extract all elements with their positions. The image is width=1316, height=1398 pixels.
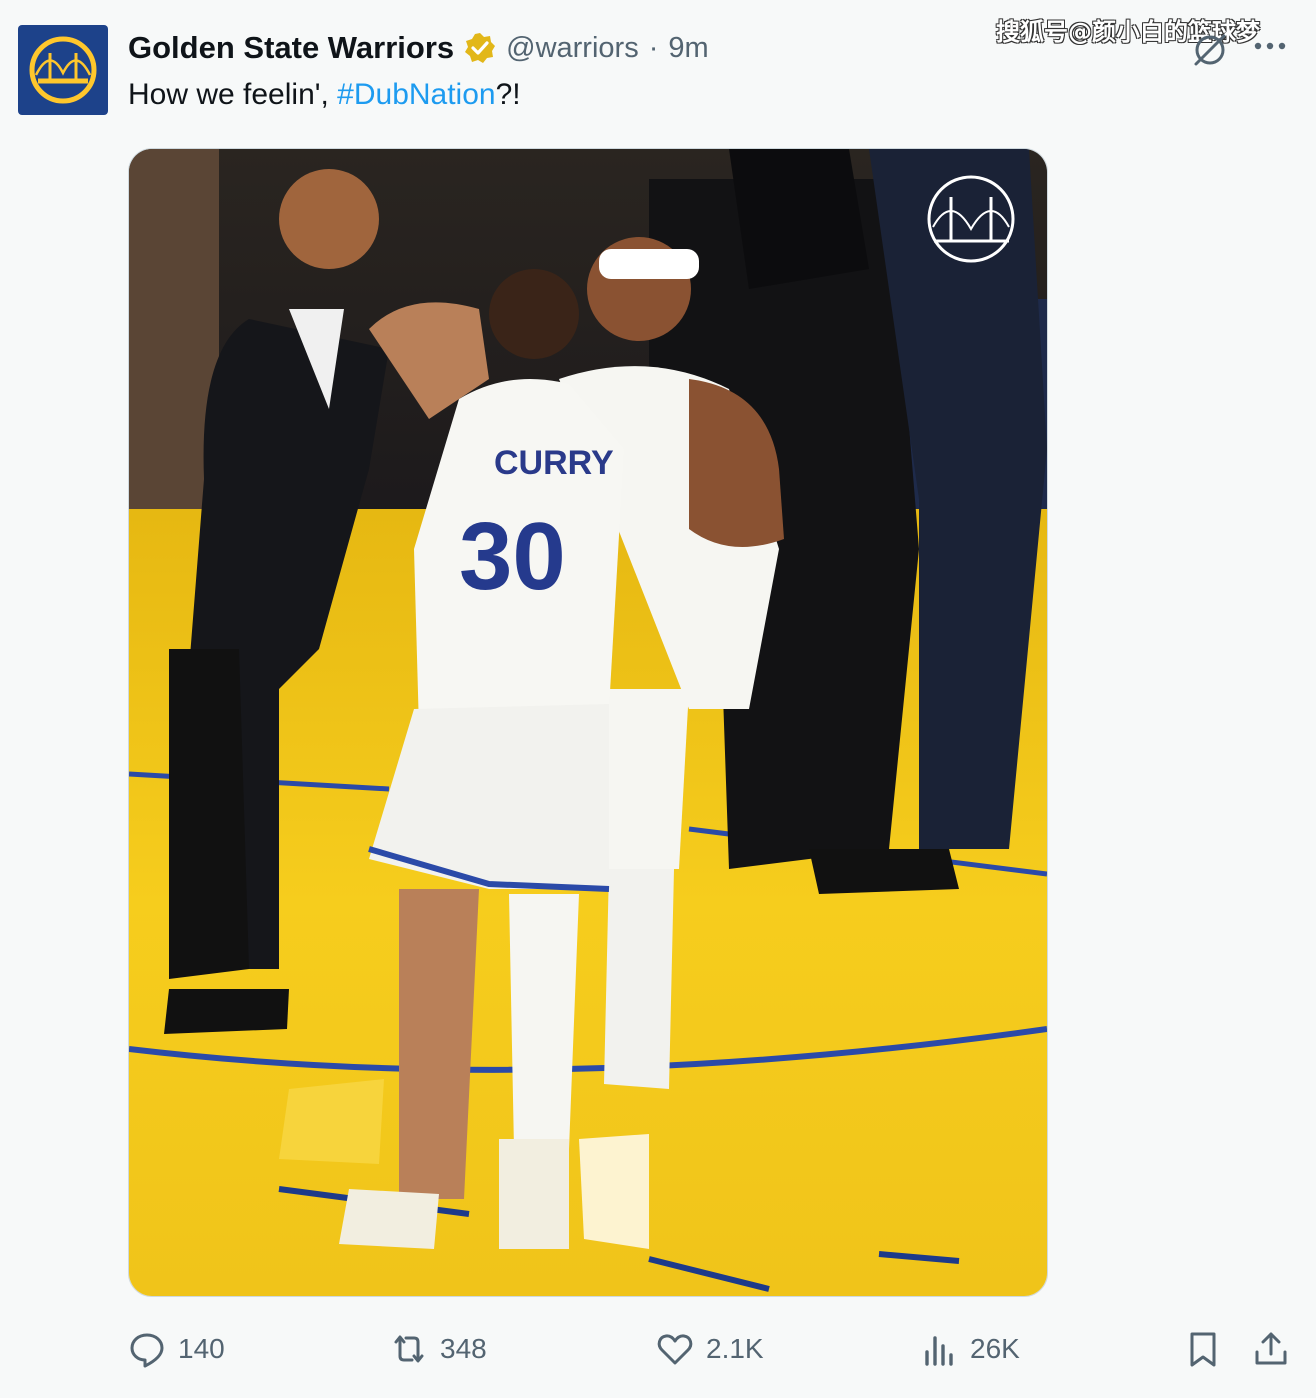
hashtag-link[interactable]: #DubNation — [337, 78, 495, 111]
views-button[interactable]: 26K — [920, 1325, 1020, 1373]
repost-button[interactable]: 348 — [390, 1325, 487, 1373]
more-icon[interactable] — [1252, 36, 1288, 56]
like-button[interactable]: 2.1K — [656, 1325, 764, 1373]
post-time[interactable]: 9m — [668, 32, 708, 65]
reply-count: 140 — [178, 1333, 225, 1364]
verified-badge-icon — [465, 33, 496, 63]
like-count: 2.1K — [706, 1333, 764, 1364]
tweet-photo[interactable]: CURRY 30 — [128, 148, 1048, 1297]
jersey-number: 30 — [459, 503, 566, 610]
avatar[interactable] — [18, 25, 108, 115]
author-name[interactable]: Golden State Warriors — [128, 30, 454, 66]
bookmark-icon — [1190, 1332, 1216, 1367]
action-bar: 140 348 2.1K 26K — [0, 1325, 1316, 1375]
views-count: 26K — [970, 1333, 1020, 1364]
reply-button[interactable]: 140 — [128, 1325, 225, 1373]
warriors-logo-icon — [29, 36, 97, 104]
repost-count: 348 — [440, 1333, 487, 1364]
tweet-text: How we feelin', #DubNation?! — [128, 78, 521, 112]
reply-icon — [130, 1333, 164, 1368]
heart-icon — [657, 1334, 693, 1365]
share-icon — [1255, 1332, 1287, 1365]
author-handle[interactable]: @warriors — [506, 32, 639, 65]
photo-illustration: CURRY 30 — [129, 149, 1047, 1296]
tweet-header: Golden State Warriors @warriors · 9m — [128, 28, 709, 68]
bookmark-button[interactable] — [1184, 1325, 1222, 1373]
grok-icon[interactable] — [1190, 30, 1230, 70]
tweet-text-start: How we feelin', — [128, 78, 338, 111]
jersey-name: CURRY — [494, 444, 614, 482]
views-icon — [925, 1336, 953, 1366]
separator-dot: · — [648, 31, 659, 64]
tweet-text-end: ?! — [495, 78, 521, 111]
share-button[interactable] — [1252, 1325, 1290, 1373]
repost-icon — [394, 1335, 424, 1363]
